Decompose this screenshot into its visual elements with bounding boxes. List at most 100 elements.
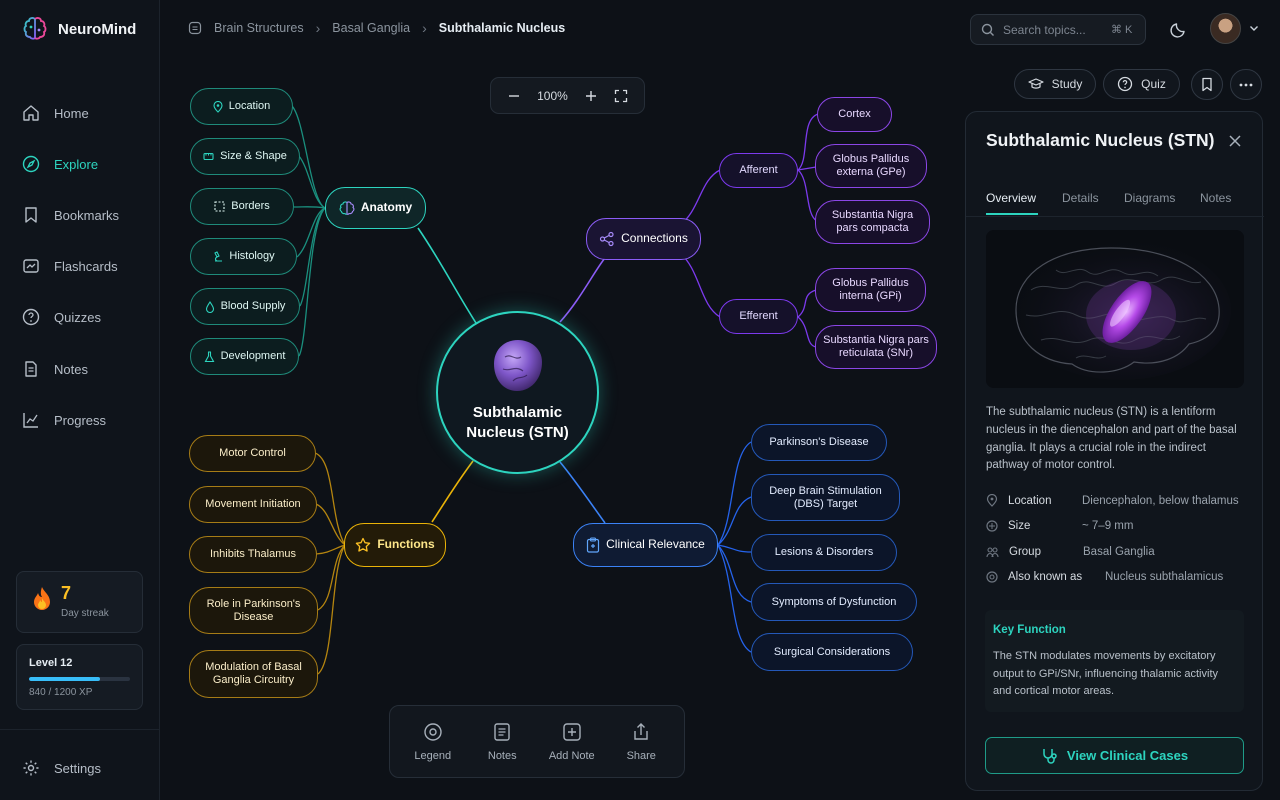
search-input[interactable] <box>1003 22 1103 37</box>
chevron-down-icon[interactable] <box>1248 22 1260 34</box>
node-role-in-parkinsons[interactable]: Role in Parkinson's Disease <box>189 587 318 634</box>
zoom-in-button[interactable] <box>584 89 598 103</box>
node-label: Anatomy <box>360 200 413 215</box>
close-button[interactable] <box>1228 134 1242 148</box>
brain-image[interactable] <box>986 230 1244 388</box>
app-logo[interactable]: NeuroMind <box>22 16 136 42</box>
breadcrumb-item[interactable]: Brain Structures <box>214 21 304 35</box>
node-size-shape[interactable]: Size & Shape <box>190 138 300 175</box>
fullscreen-icon <box>614 89 628 102</box>
question-icon <box>1118 76 1133 92</box>
notes-tool-button[interactable]: Notes <box>470 722 534 762</box>
sidebar-item-quizzes[interactable]: Quizzes <box>22 308 142 326</box>
node-snc[interactable]: Substantia Nigra pars compacta <box>815 200 930 244</box>
node-label: Afferent <box>739 164 778 177</box>
cta-label: View Clinical Cases <box>1066 748 1189 763</box>
more-button[interactable] <box>1230 69 1262 100</box>
share-button[interactable]: Share <box>609 722 673 762</box>
theme-toggle-button[interactable] <box>1170 20 1188 38</box>
sidebar-item-progress[interactable]: Progress <box>22 411 142 429</box>
node-label: Functions <box>377 537 435 552</box>
zoom-out-button[interactable] <box>507 89 521 103</box>
node-movement-initiation[interactable]: Movement Initiation <box>189 486 317 523</box>
ruler-icon <box>986 520 998 532</box>
node-dbs-target[interactable]: Deep Brain Stimulation (DBS) Target <box>751 474 900 521</box>
node-label: Development <box>220 350 286 363</box>
property-value: Basal Ganglia <box>1083 546 1155 558</box>
node-modulation-basal-ganglia[interactable]: Modulation of Basal Ganglia Circuitry <box>189 650 318 698</box>
node-borders[interactable]: Borders <box>190 188 294 225</box>
sidebar-item-notes[interactable]: Notes <box>22 360 142 378</box>
node-label: Connections <box>621 231 688 246</box>
node-snr[interactable]: Substantia Nigra pars reticulata (SNr) <box>815 325 937 369</box>
key-function-card: Key Function The STN modulates movements… <box>985 610 1244 712</box>
node-label: Borders <box>231 200 270 213</box>
view-clinical-cases-button[interactable]: View Clinical Cases <box>985 737 1244 774</box>
node-anatomy[interactable]: Anatomy <box>325 187 426 229</box>
node-blood-supply[interactable]: Blood Supply <box>190 288 300 325</box>
panel-description: The subthalamic nucleus (STN) is a lenti… <box>986 406 1237 472</box>
legend-button[interactable]: Legend <box>401 722 465 762</box>
avatar[interactable] <box>1210 13 1241 44</box>
node-development[interactable]: Development <box>190 338 299 375</box>
quiz-button[interactable]: Quiz <box>1103 69 1180 99</box>
node-efferent[interactable]: Efferent <box>719 299 798 334</box>
level-xp: 840 / 1200 XP <box>29 687 93 698</box>
sidebar-item-bookmarks[interactable]: Bookmarks <box>22 206 142 224</box>
sidebar-item-explore[interactable]: Explore <box>22 155 142 173</box>
share-nodes-icon <box>599 231 615 247</box>
sidebar-item-home[interactable]: Home <box>22 104 142 122</box>
node-center-subthalamic-nucleus[interactable]: Subthalamic Nucleus (STN) <box>436 311 599 474</box>
node-label: Deep Brain Stimulation (DBS) Target <box>769 484 882 510</box>
ruler-icon <box>203 151 214 162</box>
streak-card[interactable]: 7 Day streak <box>16 571 143 633</box>
fullscreen-button[interactable] <box>614 89 628 103</box>
node-histology[interactable]: Histology <box>190 238 297 275</box>
question-icon <box>22 308 40 326</box>
tab-overview[interactable]: Overview <box>986 191 1036 205</box>
compass-icon <box>22 155 40 173</box>
sidebar-item-settings[interactable]: Settings <box>22 759 142 777</box>
study-button[interactable]: Study <box>1014 69 1096 99</box>
node-label: Parkinson's Disease <box>769 436 869 449</box>
node-surgical-considerations[interactable]: Surgical Considerations <box>751 633 913 671</box>
plus-square-icon <box>563 722 581 741</box>
node-clinical-relevance[interactable]: Clinical Relevance <box>573 523 718 567</box>
bookmark-icon <box>25 207 37 223</box>
sidebar-item-label: Quizzes <box>54 309 101 325</box>
node-symptoms-dysfunction[interactable]: Symptoms of Dysfunction <box>751 583 917 621</box>
bookmark-button[interactable] <box>1191 69 1223 100</box>
node-parkinsons[interactable]: Parkinson's Disease <box>751 424 887 461</box>
node-label: Cortex <box>838 108 871 121</box>
streak-label: Day streak <box>61 608 109 619</box>
close-icon <box>1229 135 1241 147</box>
tab-diagrams[interactable]: Diagrams <box>1124 191 1175 205</box>
key-function-title: Key Function <box>993 624 1066 636</box>
tab-details[interactable]: Details <box>1062 191 1099 205</box>
node-gpe[interactable]: Globus Pallidus externa (GPe) <box>815 144 927 188</box>
breadcrumb: Brain Structures › Basal Ganglia › Subth… <box>188 20 565 36</box>
node-label: Substantia Nigra pars reticulata (SNr) <box>823 334 929 359</box>
sidebar-item-label: Bookmarks <box>54 207 120 223</box>
tab-notes[interactable]: Notes <box>1200 191 1231 205</box>
node-motor-control[interactable]: Motor Control <box>189 435 316 472</box>
node-location[interactable]: Location <box>190 88 293 125</box>
clipboard-icon <box>586 537 600 553</box>
search-box[interactable]: ⌘ K <box>970 14 1146 45</box>
node-gpi[interactable]: Globus Pallidus interna (GPi) <box>815 268 926 312</box>
node-label: Histology <box>229 250 275 263</box>
node-lesions-disorders[interactable]: Lesions & Disorders <box>751 534 897 571</box>
level-title: Level 12 <box>29 657 73 669</box>
level-card[interactable]: Level 12 840 / 1200 XP <box>16 644 143 710</box>
node-connections[interactable]: Connections <box>586 218 701 260</box>
node-afferent[interactable]: Afferent <box>719 153 798 188</box>
add-note-button[interactable]: Add Note <box>540 722 604 762</box>
node-inhibits-thalamus[interactable]: Inhibits Thalamus <box>189 536 317 573</box>
node-label: Size & Shape <box>220 150 287 163</box>
property-key: Also known as <box>1008 571 1083 583</box>
node-cortex[interactable]: Cortex <box>817 97 892 132</box>
sidebar-item-flashcards[interactable]: Flashcards <box>22 257 142 275</box>
breadcrumb-item[interactable]: Basal Ganglia <box>332 21 410 35</box>
node-functions[interactable]: Functions <box>344 523 446 567</box>
pin-icon <box>213 100 223 113</box>
